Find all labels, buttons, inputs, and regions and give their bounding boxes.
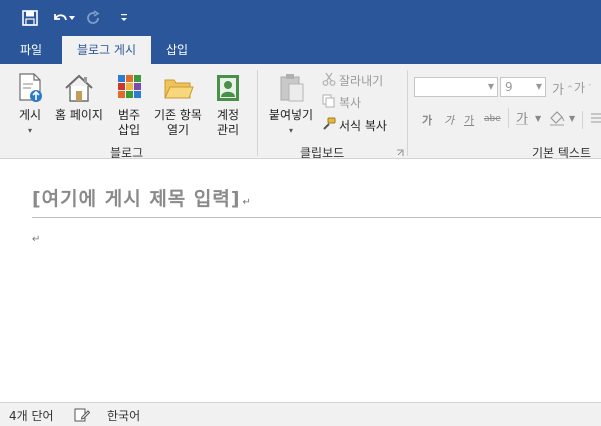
insert-category-button[interactable]: 범주 삽입 [112, 72, 146, 138]
ribbon: 게시 ▾ 홈 페이지 범주 삽입 기존 항목 열기 계정 관리 블로그 붙여넣기… [0, 64, 601, 160]
redo-icon[interactable] [84, 8, 104, 28]
publish-icon [14, 72, 46, 104]
tab-blog-post[interactable]: 블로그 게시 [62, 36, 151, 64]
document-area[interactable]: [여기에 게시 제목 입력] ↵ ↵ [0, 159, 601, 402]
font-size-combo[interactable]: 9 ▼ [500, 77, 546, 97]
undo-dropdown-icon[interactable] [66, 8, 78, 28]
manage-accounts-label-1: 계정 [216, 108, 240, 122]
home-icon [63, 72, 95, 104]
language-indicator[interactable]: 한국어 [107, 407, 140, 424]
body-paragraph-mark[interactable]: ↵ [32, 234, 40, 245]
customize-qat-icon[interactable] [114, 8, 134, 28]
insert-category-label-1: 범주 [117, 108, 141, 122]
open-existing-label-1: 기존 항목 [154, 108, 202, 122]
tab-file[interactable]: 파일 [8, 36, 54, 64]
font-name-combo[interactable]: ▼ [414, 77, 498, 97]
paste-label: 붙여넣기 [268, 108, 314, 122]
tab-insert[interactable]: 삽입 [156, 36, 198, 64]
manage-accounts-label-2: 관리 [216, 123, 240, 137]
save-icon[interactable] [20, 8, 40, 28]
category-icon [113, 72, 145, 104]
group-divider [407, 70, 408, 156]
paragraph-mark: ↵ [242, 197, 252, 208]
home-page-button[interactable]: 홈 페이지 [52, 72, 106, 123]
divider [582, 111, 583, 129]
chevron-down-icon: ▼ [535, 82, 542, 91]
publish-dropdown-icon[interactable]: ▾ [12, 123, 48, 138]
format-painter-button[interactable]: 서식 복사 [322, 117, 387, 134]
font-color-button[interactable]: 가 [516, 108, 528, 127]
clear-format-icon[interactable] [590, 112, 601, 129]
strikethrough-button[interactable]: abe [484, 114, 501, 124]
post-title-text: [여기에 게시 제목 입력] [32, 188, 241, 210]
shrink-font-label: 가 [574, 81, 586, 95]
bold-button[interactable]: 가 [422, 112, 432, 128]
divider [508, 108, 509, 128]
copy-icon [322, 94, 336, 111]
post-title-placeholder[interactable]: [여기에 게시 제목 입력] ↵ [32, 184, 252, 211]
cut-button[interactable]: 잘라내기 [322, 72, 383, 89]
dialog-launcher-icon[interactable] [396, 146, 404, 156]
account-icon [212, 72, 244, 104]
chevron-down-icon[interactable]: ▼ [535, 114, 541, 123]
shrink-font-button[interactable]: 가ˇ [574, 79, 592, 96]
title-divider [32, 217, 601, 218]
grow-font-label: 가 [552, 83, 564, 98]
quick-access-toolbar [0, 0, 601, 36]
insert-category-label-2: 삽입 [117, 123, 141, 137]
status-bar: 4개 단어 한국어 [0, 402, 601, 426]
format-painter-icon [322, 117, 336, 134]
group-divider [257, 70, 258, 156]
grow-font-button[interactable]: 가 ^ [552, 79, 573, 98]
publish-button[interactable]: 게시 ▾ [12, 72, 48, 138]
font-size-value: 9 [505, 80, 513, 94]
home-page-label: 홈 페이지 [55, 108, 103, 122]
italic-button[interactable]: 가 [444, 112, 454, 128]
underline-button[interactable]: 가 [464, 112, 474, 128]
manage-accounts-button[interactable]: 계정 관리 [210, 72, 246, 138]
open-folder-icon [162, 72, 194, 104]
paste-dropdown-icon[interactable]: ▾ [264, 123, 318, 138]
word-count[interactable]: 4개 단어 [9, 407, 54, 424]
ribbon-tabs: 파일 블로그 게시 삽입 [0, 36, 601, 64]
scissors-icon [322, 72, 336, 89]
publish-label: 게시 [18, 108, 42, 122]
open-existing-label-2: 열기 [166, 123, 190, 137]
copy-button[interactable]: 복사 [322, 94, 361, 111]
open-existing-button[interactable]: 기존 항목 열기 [150, 72, 206, 138]
chevron-down-icon: ▼ [487, 82, 494, 91]
cut-label: 잘라내기 [339, 74, 384, 88]
format-painter-label: 서식 복사 [339, 119, 387, 133]
paste-icon [275, 72, 307, 104]
copy-label: 복사 [339, 96, 362, 110]
chevron-down-icon[interactable]: ▼ [569, 114, 575, 123]
paste-button[interactable]: 붙여넣기 ▾ [264, 72, 318, 138]
highlight-icon[interactable] [548, 108, 566, 129]
proofing-icon[interactable] [74, 408, 91, 425]
